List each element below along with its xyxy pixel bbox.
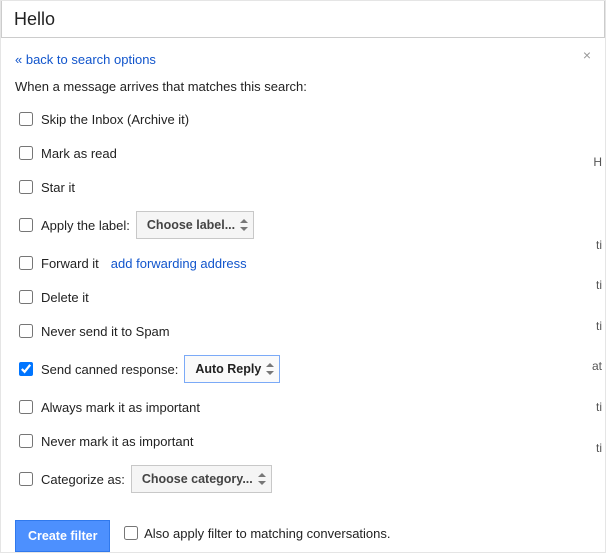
star-it-checkbox[interactable]: [19, 180, 33, 194]
also-apply-checkbox[interactable]: [124, 526, 138, 540]
option-apply-label: Apply the label: Choose label...: [15, 206, 591, 244]
search-query-text: Hello: [2, 9, 55, 30]
forward-it-label: Forward it: [41, 256, 99, 271]
always-important-label: Always mark it as important: [41, 400, 200, 415]
categorize-label: Categorize as:: [41, 472, 125, 487]
skip-inbox-checkbox[interactable]: [19, 112, 33, 126]
intro-text: When a message arrives that matches this…: [15, 79, 591, 94]
option-never-spam: Never send it to Spam: [15, 316, 591, 346]
apply-label-select[interactable]: Choose label...: [136, 211, 254, 239]
mark-read-checkbox[interactable]: [19, 146, 33, 160]
skip-inbox-label: Skip the Inbox (Archive it): [41, 112, 189, 127]
star-it-label: Star it: [41, 180, 75, 195]
apply-label-select-value: Choose label...: [147, 218, 235, 232]
add-forwarding-address-link[interactable]: add forwarding address: [111, 256, 247, 271]
filter-options-panel: « back to search options When a message …: [1, 38, 605, 553]
never-important-label: Never mark it as important: [41, 434, 193, 449]
apply-label-label: Apply the label:: [41, 218, 130, 233]
option-forward-it: Forward it add forwarding address: [15, 248, 591, 278]
option-never-important: Never mark it as important: [15, 426, 591, 456]
footer: Create filter Also apply filter to match…: [15, 520, 591, 553]
never-spam-label: Never send it to Spam: [41, 324, 170, 339]
back-to-search-options-link[interactable]: « back to search options: [15, 52, 156, 67]
canned-response-select[interactable]: Auto Reply: [184, 355, 280, 383]
option-always-important: Always mark it as important: [15, 392, 591, 422]
option-delete-it: Delete it: [15, 282, 591, 312]
categorize-select-value: Choose category...: [142, 472, 253, 486]
updown-icon: [240, 219, 248, 231]
categorize-select[interactable]: Choose category...: [131, 465, 272, 493]
canned-response-checkbox[interactable]: [19, 362, 33, 376]
option-send-canned-response: Send canned response: Auto Reply: [15, 350, 591, 388]
canned-response-label: Send canned response:: [41, 362, 178, 377]
apply-label-checkbox[interactable]: [19, 218, 33, 232]
also-apply-label: Also apply filter to matching conversati…: [144, 526, 390, 541]
search-bar[interactable]: Hello: [1, 1, 605, 38]
option-mark-read: Mark as read: [15, 138, 591, 168]
mark-read-label: Mark as read: [41, 146, 117, 161]
never-spam-checkbox[interactable]: [19, 324, 33, 338]
option-skip-inbox: Skip the Inbox (Archive it): [15, 104, 591, 134]
delete-it-checkbox[interactable]: [19, 290, 33, 304]
updown-icon: [266, 363, 274, 375]
never-important-checkbox[interactable]: [19, 434, 33, 448]
option-categorize-as: Categorize as: Choose category...: [15, 460, 591, 498]
also-apply-row: Also apply filter to matching conversati…: [124, 526, 390, 541]
updown-icon: [258, 473, 266, 485]
always-important-checkbox[interactable]: [19, 400, 33, 414]
canned-response-select-value: Auto Reply: [195, 362, 261, 376]
forward-it-checkbox[interactable]: [19, 256, 33, 270]
create-filter-button[interactable]: Create filter: [15, 520, 110, 552]
categorize-checkbox[interactable]: [19, 472, 33, 486]
delete-it-label: Delete it: [41, 290, 89, 305]
close-icon[interactable]: ×: [583, 47, 591, 63]
option-star-it: Star it: [15, 172, 591, 202]
